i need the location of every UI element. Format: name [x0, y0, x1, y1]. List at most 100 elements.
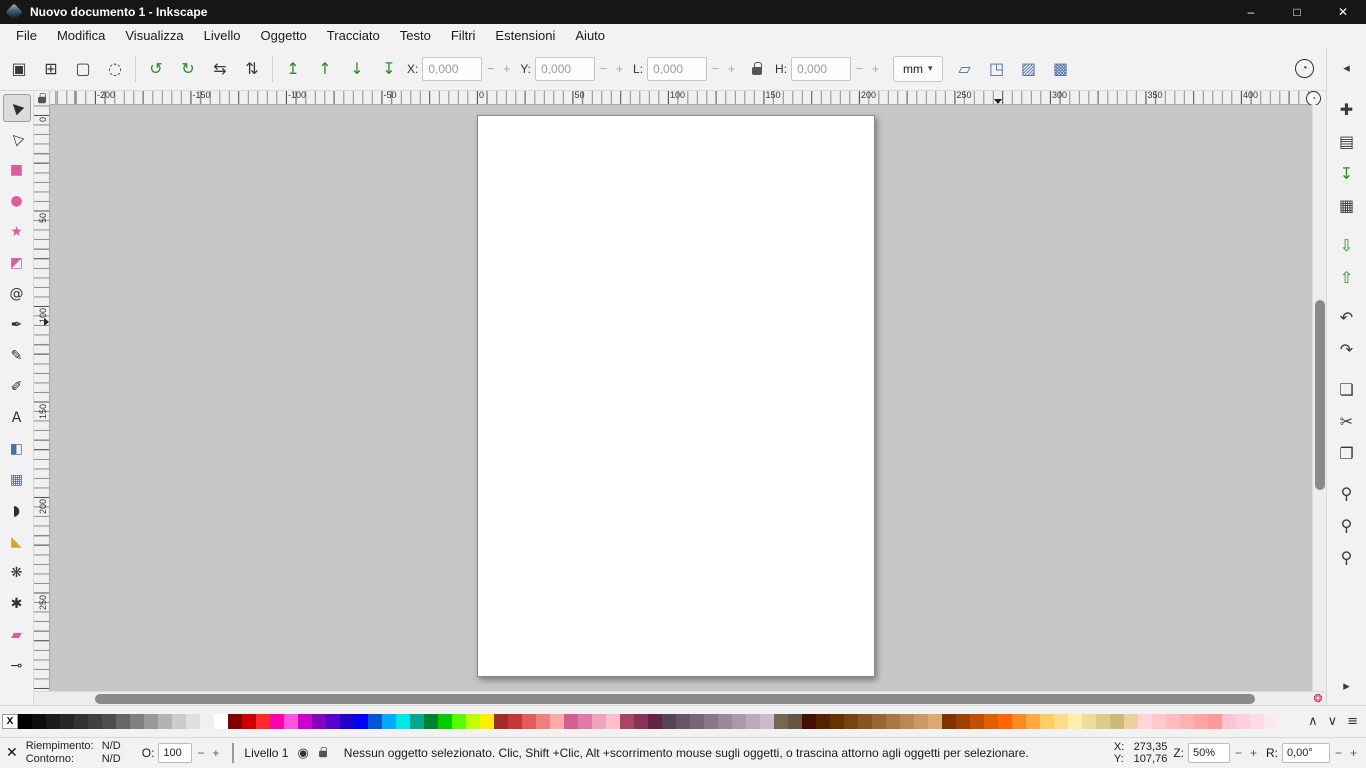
mesh-tool[interactable]: ▦ [3, 466, 31, 494]
palette-swatch[interactable] [830, 714, 844, 729]
palette-swatch[interactable] [242, 714, 256, 729]
menu-filtri[interactable]: Filtri [441, 25, 486, 46]
menu-file[interactable]: File [6, 25, 47, 46]
zoom-input[interactable] [1188, 743, 1230, 763]
zoom-out-button[interactable]: − [1232, 746, 1245, 760]
vertical-scrollbar[interactable] [1312, 105, 1326, 691]
export-button[interactable]: ⇧ [1332, 263, 1362, 291]
opacity-plus-button[interactable]: + [209, 746, 222, 760]
select-all-layers-button[interactable]: ⊞ [36, 54, 66, 84]
rotation-plus-button[interactable]: + [1347, 746, 1360, 760]
palette-swatch[interactable] [88, 714, 102, 729]
palette-swatch[interactable] [298, 714, 312, 729]
fill-stroke-indicator[interactable]: Riempimento: N/D Contorno: N/D [26, 740, 136, 766]
star-tool[interactable]: ★ [3, 218, 31, 246]
palette-swatch[interactable] [914, 714, 928, 729]
no-color-swatch[interactable]: X [2, 714, 18, 729]
color-profile-icon[interactable]: ❂ [1310, 692, 1326, 705]
gradient-tool[interactable]: ◧ [3, 435, 31, 463]
menu-testo[interactable]: Testo [390, 25, 441, 46]
palette-swatch[interactable] [788, 714, 802, 729]
palette-swatch[interactable] [410, 714, 424, 729]
palette-swatch[interactable] [774, 714, 788, 729]
palette-swatch[interactable] [438, 714, 452, 729]
palette-swatch[interactable] [368, 714, 382, 729]
palette-swatch[interactable] [466, 714, 480, 729]
palette-swatch[interactable] [900, 714, 914, 729]
width-input[interactable] [647, 57, 707, 81]
palette-swatch[interactable] [172, 714, 186, 729]
palette-swatch[interactable] [550, 714, 564, 729]
zoom-page-button[interactable]: ⚲ [1332, 543, 1362, 571]
palette-swatch[interactable] [340, 714, 354, 729]
y-plus-button[interactable]: + [612, 57, 627, 81]
deselect-button[interactable]: ▢ [68, 54, 98, 84]
close-button[interactable]: ✕ [1320, 0, 1366, 24]
raise-button[interactable]: ↑ [310, 54, 340, 84]
palette-swatch[interactable] [564, 714, 578, 729]
palette-swatch[interactable] [1208, 714, 1222, 729]
palette-swatch[interactable] [1152, 714, 1166, 729]
palette-swatch[interactable] [1264, 714, 1278, 729]
palette-swatch[interactable] [578, 714, 592, 729]
pencil-tool[interactable]: ✎ [3, 342, 31, 370]
zoom-selection-button[interactable]: ⚲ [1332, 479, 1362, 507]
menu-aiuto[interactable]: Aiuto [565, 25, 615, 46]
palette-swatch[interactable] [928, 714, 942, 729]
tweak-tool[interactable]: ❋ [3, 559, 31, 587]
selection-touch-button[interactable]: ◌ [100, 54, 130, 84]
width-minus-button[interactable]: − [708, 57, 723, 81]
palette-swatch[interactable] [1166, 714, 1180, 729]
palette-swatch[interactable] [144, 714, 158, 729]
raise-to-top-button[interactable]: ↥ [278, 54, 308, 84]
palette-swatch[interactable] [1082, 714, 1096, 729]
unit-selector[interactable]: mm ▾ [893, 56, 943, 82]
flip-horizontal-button[interactable]: ⇆ [205, 54, 235, 84]
palette-swatch[interactable] [1054, 714, 1068, 729]
palette-swatch[interactable] [998, 714, 1012, 729]
paste-button[interactable]: ❐ [1332, 439, 1362, 467]
spray-tool[interactable]: ✱ [3, 590, 31, 618]
duplicate-button[interactable]: ❏ [1332, 375, 1362, 403]
palette-swatch[interactable] [256, 714, 270, 729]
dock-expand-button[interactable]: ▸ [1332, 671, 1362, 701]
height-minus-button[interactable]: − [852, 57, 867, 81]
select-all-button[interactable]: ▣ [4, 54, 34, 84]
cut-button[interactable]: ✂ [1332, 407, 1362, 435]
no-paint-icon[interactable]: ✕ [6, 745, 18, 761]
palette-swatch[interactable] [116, 714, 130, 729]
palette-swatch[interactable] [158, 714, 172, 729]
calligraphy-tool[interactable]: ✐ [3, 373, 31, 401]
minimize-button[interactable]: – [1228, 0, 1274, 24]
print-button[interactable]: ▦ [1332, 191, 1362, 219]
palette-swatch[interactable] [354, 714, 368, 729]
y-input[interactable] [535, 57, 595, 81]
opacity-input[interactable] [158, 743, 192, 763]
undo-button[interactable]: ↶ [1332, 303, 1362, 331]
palette-swatch[interactable] [284, 714, 298, 729]
menu-tracciato[interactable]: Tracciato [317, 25, 390, 46]
dock-collapse-button[interactable]: ◂ [1332, 53, 1362, 83]
zoom-drawing-button[interactable]: ⚲ [1332, 511, 1362, 539]
palette-swatch[interactable] [480, 714, 494, 729]
palette-swatch[interactable] [494, 714, 508, 729]
paint-bucket-tool[interactable]: ◣ [3, 528, 31, 556]
scale-corners-toggle[interactable]: ◳ [982, 54, 1012, 84]
move-gradients-toggle[interactable]: ▨ [1014, 54, 1044, 84]
height-plus-button[interactable]: + [868, 57, 883, 81]
connector-tool[interactable]: ⊸ [3, 652, 31, 680]
palette-swatch[interactable] [634, 714, 648, 729]
palette-swatch[interactable] [886, 714, 900, 729]
open-document-button[interactable]: ▤ [1332, 127, 1362, 155]
lower-to-bottom-button[interactable]: ↧ [374, 54, 404, 84]
palette-swatch[interactable] [970, 714, 984, 729]
palette-swatch[interactable] [214, 714, 228, 729]
palette-swatch[interactable] [60, 714, 74, 729]
palette-swatch[interactable] [1096, 714, 1110, 729]
rectangle-tool[interactable]: ■ [3, 156, 31, 184]
layer-visibility-toggle[interactable]: ◉ [297, 746, 308, 761]
palette-swatch[interactable] [102, 714, 116, 729]
layer-selector[interactable]: Livello 1 [244, 746, 288, 760]
palette-swatch[interactable] [620, 714, 634, 729]
palette-scroll-down-button[interactable]: ∨ [1328, 714, 1338, 729]
